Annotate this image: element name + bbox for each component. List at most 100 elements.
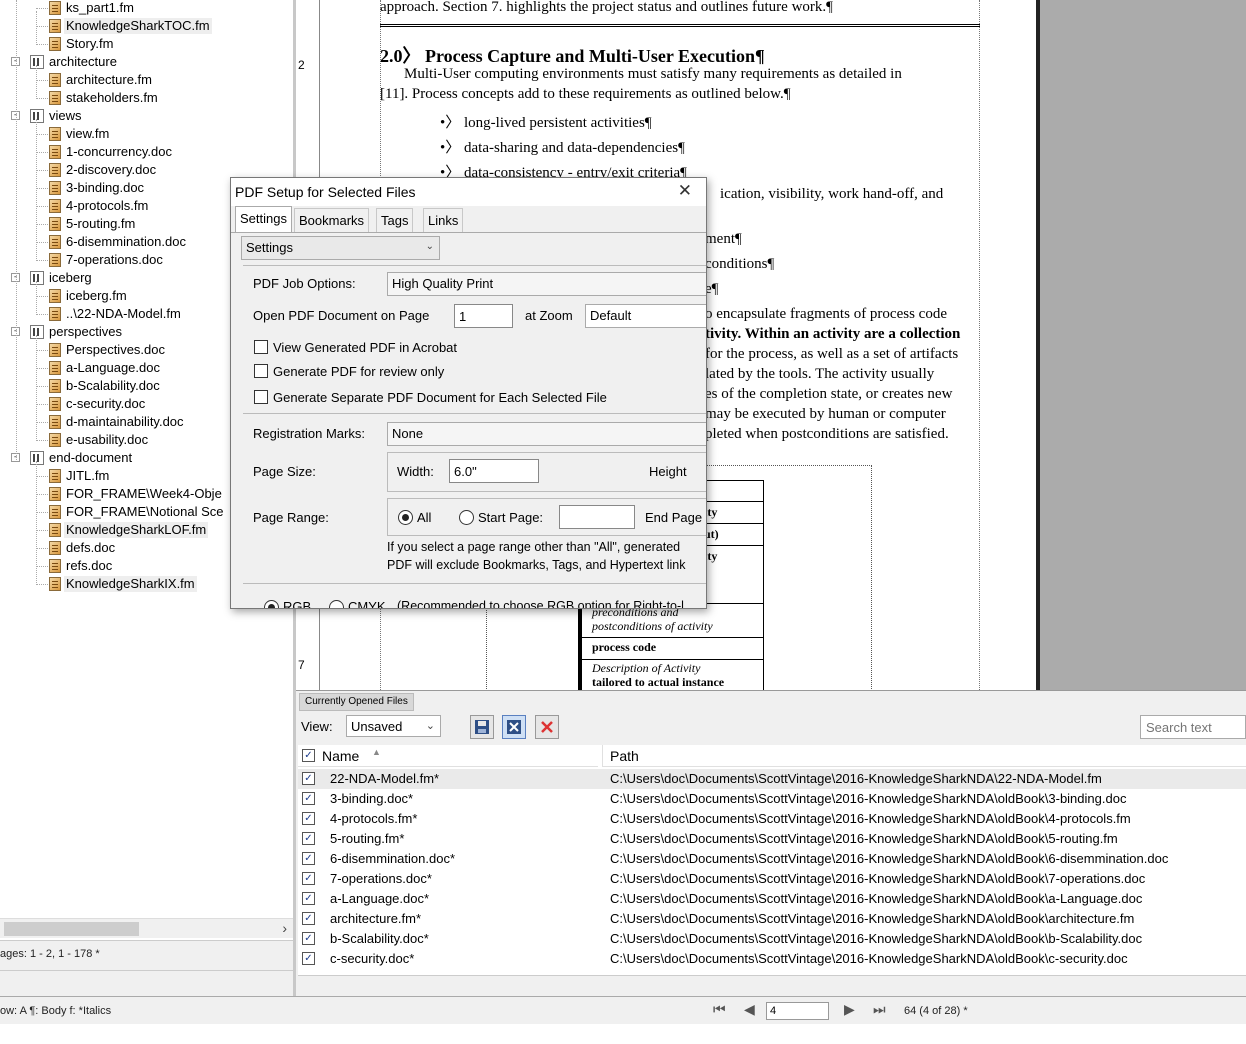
tree-file[interactable]: KnowledgeSharkIX.fm: [49, 575, 197, 593]
separate-pdf-label: Generate Separate PDF Document for Each …: [273, 390, 607, 405]
row-checkbox[interactable]: ✓: [302, 872, 315, 885]
table-row[interactable]: ✓ 5-routing.fm* C:\Users\doc\Documents\Sco…: [298, 829, 1246, 849]
table-row[interactable]: ✓ 3-binding.doc* C:\Users\doc\Documents\Sc…: [298, 789, 1246, 809]
tab-links[interactable]: Links: [423, 208, 464, 232]
tree-horizontal-scrollbar[interactable]: ›: [0, 918, 293, 938]
tree-item-label: d-maintainability.doc: [66, 414, 184, 429]
tree-file[interactable]: Story.fm: [49, 35, 115, 53]
tree-item-label: JITL.fm: [66, 468, 110, 483]
width-input[interactable]: [449, 459, 539, 483]
tree-file[interactable]: 7-operations.doc: [49, 251, 165, 269]
row-checkbox[interactable]: ✓: [302, 812, 315, 825]
tree-scroll-thumb[interactable]: [4, 922, 139, 936]
tree-file[interactable]: b-Scalability.doc: [49, 377, 162, 395]
tree-file[interactable]: 1-concurrency.doc: [49, 143, 174, 161]
close-file-button[interactable]: [535, 715, 559, 739]
last-page-icon[interactable]: ⏭: [873, 1001, 886, 1018]
table-row[interactable]: ✓ 4-protocols.fm* C:\Users\doc\Documents\S…: [298, 809, 1246, 829]
row-checkbox[interactable]: ✓: [302, 852, 315, 865]
review-only-checkbox[interactable]: [254, 364, 268, 378]
tree-connector: [36, 26, 48, 27]
all-pages-radio[interactable]: [398, 510, 413, 525]
tree-file[interactable]: KnowledgeSharkTOC.fm: [49, 17, 212, 35]
job-options-select[interactable]: High Quality Print: [387, 272, 706, 296]
page-edge: [1036, 0, 1040, 690]
table-row[interactable]: ✓ c-security.doc* C:\Users\doc\Documents\S…: [298, 949, 1246, 969]
view-in-acrobat-checkbox[interactable]: [254, 340, 268, 354]
tree-file[interactable]: a-Language.doc: [49, 359, 162, 377]
tree-file[interactable]: Perspectives.doc: [49, 341, 167, 359]
start-page-radio[interactable]: [459, 510, 474, 525]
row-checkbox[interactable]: ✓: [302, 892, 315, 905]
scroll-right-icon[interactable]: ›: [282, 920, 287, 936]
registration-marks-select[interactable]: None: [387, 422, 706, 446]
first-page-icon[interactable]: ⏮: [713, 1001, 726, 1018]
tree-folder[interactable]: views: [30, 107, 84, 125]
select-all-checkbox[interactable]: ✓: [302, 749, 315, 762]
table-row[interactable]: ✓ a-Language.doc* C:\Users\doc\Documents\S…: [298, 889, 1246, 909]
tree-file[interactable]: ..\22-NDA-Model.fm: [49, 305, 183, 323]
previous-page-icon[interactable]: ◀: [744, 1001, 755, 1018]
column-header-path[interactable]: Path: [602, 745, 1246, 767]
row-checkbox[interactable]: ✓: [302, 912, 315, 925]
tree-file[interactable]: c-security.doc: [49, 395, 147, 413]
tree-file[interactable]: 4-protocols.fm: [49, 197, 150, 215]
row-checkbox[interactable]: ✓: [302, 792, 315, 805]
tab-settings[interactable]: Settings: [235, 206, 292, 233]
settings-category-select[interactable]: Settings ⌄: [241, 236, 440, 260]
tab-currently-opened-files[interactable]: Currently Opened Files: [299, 693, 414, 711]
tree-connector: [36, 350, 48, 351]
row-checkbox[interactable]: ✓: [302, 832, 315, 845]
table-row[interactable]: ✓ 6-disemmination.doc* C:\Users\doc\Docume…: [298, 849, 1246, 869]
tree-file[interactable]: KnowledgeSharkLOF.fm: [49, 521, 209, 539]
table-row[interactable]: ✓ 7-operations.doc* C:\Users\doc\Documents…: [298, 869, 1246, 889]
tree-file[interactable]: FOR_FRAME\Notional Sce: [49, 503, 226, 521]
next-page-icon[interactable]: ▶: [844, 1001, 855, 1018]
row-checkbox[interactable]: ✓: [302, 772, 315, 785]
open-page-input[interactable]: [454, 304, 513, 328]
file-name-cell: 22-NDA-Model.fm*: [330, 771, 440, 786]
tree-file[interactable]: JITL.fm: [49, 467, 111, 485]
tree-file[interactable]: d-maintainability.doc: [49, 413, 186, 431]
tree-file[interactable]: stakeholders.fm: [49, 89, 160, 107]
zoom-select[interactable]: Default: [585, 304, 706, 328]
tree-file[interactable]: refs.doc: [49, 557, 114, 575]
save-button[interactable]: [470, 715, 494, 739]
tree-file[interactable]: view.fm: [49, 125, 111, 143]
tree-folder[interactable]: iceberg: [30, 269, 94, 287]
opened-files-table[interactable]: ✓ Name ▲ Path ✓ 22-NDA-Model.fm* C:\Users\…: [298, 745, 1246, 975]
table-horizontal-scrollbar[interactable]: [298, 975, 1246, 993]
tab-bookmarks[interactable]: Bookmarks: [294, 208, 370, 232]
file-path-cell: C:\Users\doc\Documents\ScottVintage\2016…: [610, 811, 1131, 826]
tab-tags[interactable]: Tags: [376, 208, 414, 232]
tree-file[interactable]: 6-disemmination.doc: [49, 233, 188, 251]
tree-file[interactable]: 2-discovery.doc: [49, 161, 158, 179]
row-checkbox[interactable]: ✓: [302, 932, 315, 945]
rgb-radio[interactable]: [264, 600, 279, 608]
close-icon[interactable]: ✕: [678, 181, 692, 201]
tree-file[interactable]: architecture.fm: [49, 71, 154, 89]
page-number-input[interactable]: [766, 1002, 829, 1020]
search-input[interactable]: [1140, 715, 1246, 739]
column-header-name[interactable]: ✓ Name ▲: [298, 745, 598, 767]
separate-pdf-checkbox[interactable]: [254, 390, 268, 404]
tree-file[interactable]: defs.doc: [49, 539, 117, 557]
cmyk-radio[interactable]: [329, 600, 344, 608]
view-select[interactable]: Unsaved ⌄: [346, 715, 441, 737]
dialog-titlebar[interactable]: PDF Setup for Selected Files ✕: [231, 178, 706, 206]
table-row[interactable]: ✓ 22-NDA-Model.fm* C:\Users\doc\Documents\…: [298, 769, 1246, 789]
tree-folder[interactable]: end-document: [30, 449, 134, 467]
tree-file[interactable]: e-usability.doc: [49, 431, 150, 449]
tree-file[interactable]: FOR_FRAME\Week4-Obje: [49, 485, 224, 503]
tree-file[interactable]: iceberg.fm: [49, 287, 129, 305]
tree-file[interactable]: 5-routing.fm: [49, 215, 137, 233]
table-row[interactable]: ✓ architecture.fm* C:\Users\doc\Documents\…: [298, 909, 1246, 929]
start-page-input[interactable]: [559, 505, 635, 529]
table-row[interactable]: ✓ b-Scalability.doc* C:\Users\doc\Document…: [298, 929, 1246, 949]
row-checkbox[interactable]: ✓: [302, 952, 315, 965]
tree-file[interactable]: ks_part1.fm: [49, 0, 136, 17]
tree-folder[interactable]: perspectives: [30, 323, 124, 341]
tree-folder[interactable]: architecture: [30, 53, 119, 71]
tree-file[interactable]: 3-binding.doc: [49, 179, 146, 197]
save-all-button[interactable]: [502, 715, 526, 739]
